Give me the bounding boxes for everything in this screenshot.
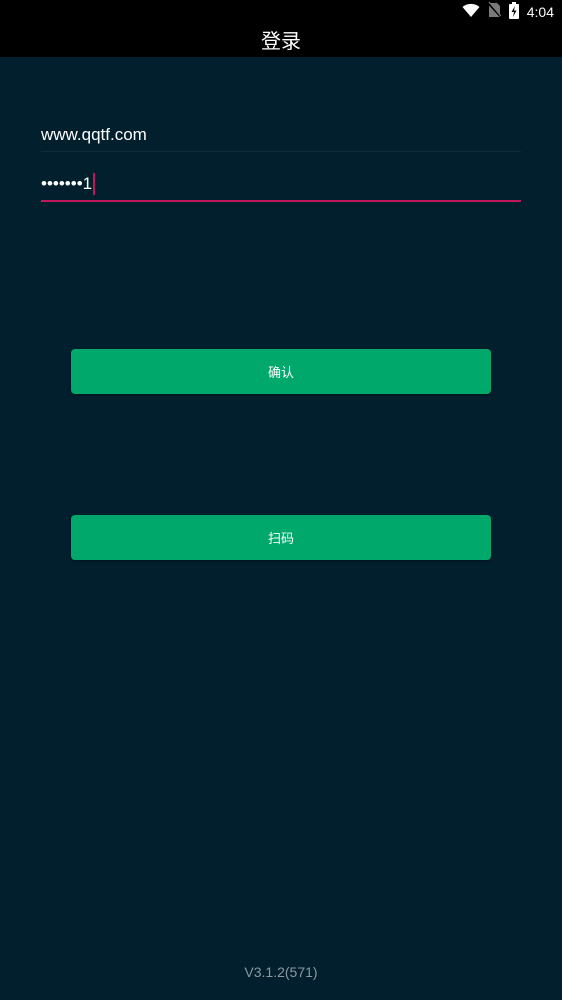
battery-charging-icon xyxy=(508,1,519,23)
scan-button-label: 扫码 xyxy=(267,532,294,547)
scan-button[interactable]: 扫码 xyxy=(71,515,491,560)
confirm-button[interactable]: 确认 xyxy=(71,349,491,394)
status-time: 4:04 xyxy=(526,4,554,20)
username-value: www.qqtf.com xyxy=(41,124,147,144)
no-sim-icon xyxy=(487,1,502,22)
status-icons: 4:04 xyxy=(462,1,554,23)
status-bar: 4:04 xyxy=(0,0,562,24)
text-cursor xyxy=(93,173,96,195)
title-bar: 登录 xyxy=(0,24,562,57)
wifi-icon xyxy=(462,2,480,22)
confirm-button-label: 确认 xyxy=(267,366,294,381)
username-field[interactable]: www.qqtf.com xyxy=(41,118,521,152)
password-value: •••••••1 xyxy=(41,174,93,193)
version-label: V3.1.2(571) xyxy=(244,964,318,980)
password-field[interactable]: •••••••1 xyxy=(41,168,521,202)
page-title: 登录 xyxy=(261,28,301,53)
